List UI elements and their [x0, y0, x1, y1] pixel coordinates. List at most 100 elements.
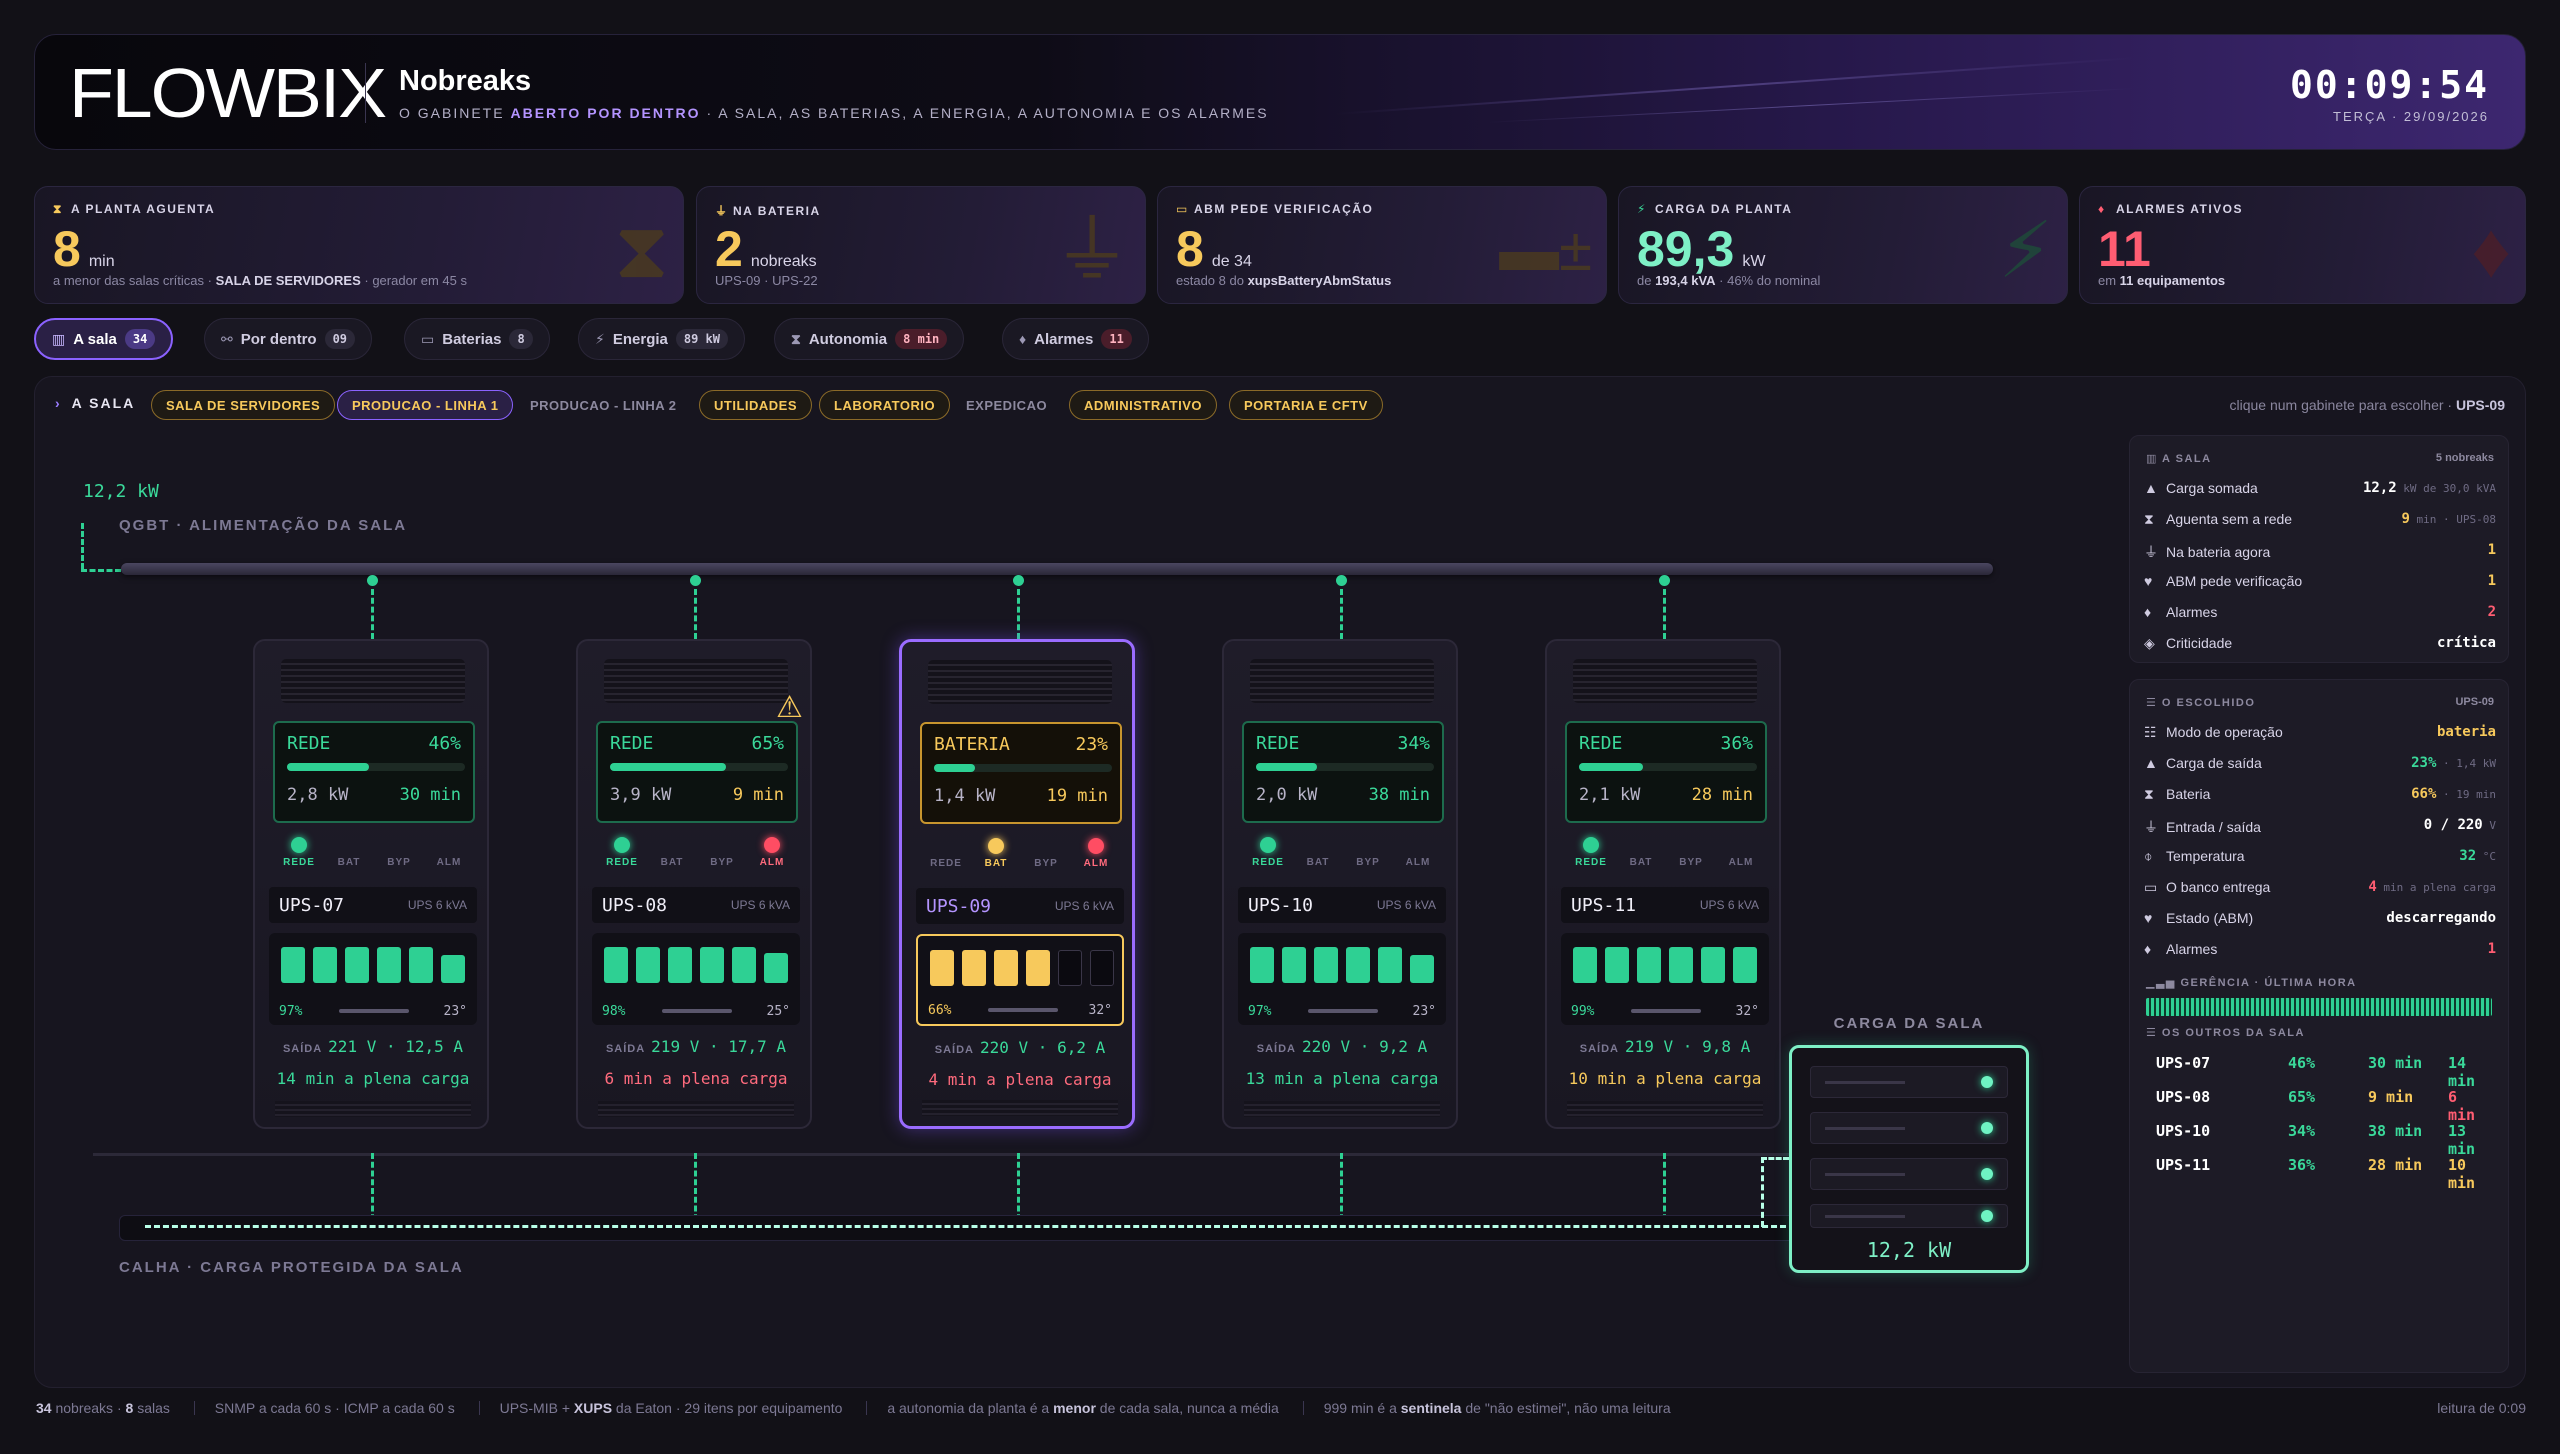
out-amps: 12,5 A	[405, 1037, 464, 1056]
tab-energia[interactable]: ⚡ Energia 89 kW	[578, 318, 745, 360]
load-title: CARGA DA SALA	[1833, 1015, 1985, 1032]
building-icon: ▥	[2146, 453, 2163, 465]
battery-slider	[1631, 1009, 1701, 1013]
ups-display: REDE 34% 2,0 kW 38 min	[1242, 721, 1444, 823]
tab-count: 8 min	[895, 329, 948, 349]
room-load[interactable]: 12,2 kW	[1789, 1045, 2029, 1273]
tab-count: 89 kW	[675, 329, 728, 349]
kpi-sub: em	[2098, 273, 2120, 288]
room-chip[interactable]: UTILIDADES	[699, 390, 812, 420]
room-chip-selected[interactable]: PRODUCAO - LINHA 1	[337, 390, 514, 420]
battery-cell	[313, 947, 337, 983]
brand-logo[interactable]: FLOWBIX	[69, 58, 387, 128]
kpi-alarmes[interactable]: ♦ ALARMES ATIVOS 11 em 11 equipamentos ♦	[2079, 186, 2526, 304]
bell-icon: ♦	[2144, 604, 2152, 620]
table-row[interactable]: UPS-10 34% 38 min 13 min	[2146, 1122, 2492, 1158]
ups-cabinet-09[interactable]: BATERIA 23% 1,4 kW 19 min REDE BAT BYP A…	[899, 639, 1135, 1129]
room-chip[interactable]: PRODUCAO - LINHA 2	[515, 390, 691, 420]
table-row[interactable]: UPS-07 46% 30 min 14 min	[2146, 1054, 2492, 1090]
tab-alarmes[interactable]: ♦ Alarmes 11	[1002, 318, 1149, 360]
ups-cabinet-10[interactable]: REDE 34% 2,0 kW 38 min REDE BAT BYP ALM …	[1222, 639, 1458, 1129]
cell-name: UPS-10	[2156, 1122, 2211, 1140]
battery-cell-empty	[1090, 950, 1114, 986]
row-unit: · 1,4 kW	[2436, 757, 2496, 770]
row-label: Criticidade	[2166, 635, 2233, 651]
kpi-abm[interactable]: ▭ ABM PEDE VERIFICAÇÃO 8 de 34 estado 8 do…	[1157, 186, 1607, 304]
ups-cabinet-07[interactable]: REDE 46% 2,8 kW 30 min REDE BAT BYP ALM …	[253, 639, 489, 1129]
row-value: 2	[2487, 604, 2496, 620]
row-value: bateria	[2436, 724, 2496, 740]
cabinet-vent	[281, 659, 465, 703]
row-unit: · 19 min	[2436, 788, 2496, 801]
cell-load: 46%	[2288, 1054, 2316, 1072]
tab-a-sala[interactable]: ▥ A sala 34	[34, 318, 174, 360]
battery-cell	[764, 953, 788, 983]
ups-mode: BATERIA	[934, 734, 1010, 755]
tab-count: 8	[509, 329, 533, 349]
table-row[interactable]: UPS-11 36% 28 min 10 min	[2146, 1156, 2492, 1192]
room-chip[interactable]: ADMINISTRATIVO	[1069, 390, 1217, 420]
row-value: descarregando	[2386, 910, 2496, 926]
ups-cabinet-08[interactable]: ⚠ REDE 65% 3,9 kW 9 min REDE BAT BYP ALM…	[576, 639, 812, 1129]
battery-temp: 23°	[1412, 1004, 1436, 1019]
status-text: UPS-MIB +	[499, 1400, 574, 1416]
hourglass-icon: ⧗	[614, 206, 669, 294]
selected-ups-detail: ☰ O ESCOLHIDO UPS-09 ☷ Modo de operação ba…	[2129, 679, 2509, 1373]
status-text: SNMP a cada 60 s · ICMP a cada 60 s	[214, 1400, 455, 1416]
ups-kw: 1,4 kW	[934, 786, 996, 806]
ups-output: SAÍDA 220 V · 6,2 A	[934, 1038, 1106, 1057]
cell-name: UPS-08	[2156, 1088, 2211, 1106]
load-bar-fill	[287, 763, 369, 771]
kpi-sub-bold: 11 equipamentos	[2119, 273, 2226, 288]
tab-baterias[interactable]: ▭ Baterias 8	[404, 318, 550, 360]
status-dot	[1981, 1210, 1993, 1222]
building-icon: ▥	[52, 330, 66, 347]
sala-count: 5 nobreaks	[2435, 452, 2494, 464]
subtitle-part: O GABINETE	[399, 105, 511, 121]
ups-namebar: UPS-08 UPS 6 kVA	[592, 887, 800, 923]
status-bold: XUPS	[573, 1400, 613, 1416]
tab-label: Por dentro	[240, 330, 317, 348]
plug-icon: ⏚	[2144, 819, 2158, 835]
led-alm: ALM	[1066, 838, 1126, 869]
tab-autonomia[interactable]: ⧗ Autonomia 8 min	[774, 318, 965, 360]
led-label: ALM	[759, 857, 785, 868]
room-chip[interactable]: PORTARIA E CFTV	[1229, 390, 1383, 420]
room-chip[interactable]: LABORATORIO	[819, 390, 951, 420]
room-chip[interactable]: EXPEDICAO	[951, 390, 1062, 420]
battery-cell	[1733, 947, 1757, 983]
kpi-carga[interactable]: ⚡ CARGA DA PLANTA 89,3 kW de 193,4 kVA · 4…	[1618, 186, 2068, 304]
kpi-unit: kW	[1742, 253, 1766, 270]
battery-cell	[1701, 947, 1725, 983]
row-value: crítica	[2436, 635, 2496, 651]
row-label: Carga de saída	[2166, 755, 2262, 771]
room-chip[interactable]: SALA DE SERVIDORES	[151, 390, 336, 420]
status-separator	[1302, 1401, 1304, 1415]
tab-por-dentro[interactable]: ⚯ Por dentro 09	[204, 318, 373, 360]
battery-cell	[1669, 947, 1693, 983]
full-load-runtime: 14 min a plena carga	[276, 1069, 470, 1088]
kpi-value: 8	[53, 221, 81, 277]
status-text: da Eaton · 29 itens por equipamento	[612, 1400, 843, 1416]
status-leds: REDE BAT BYP ALM	[1561, 837, 1771, 868]
kpi-na-bateria[interactable]: ⏚ NA BATERIA 2 nobreaks UPS-09 · UPS-22 ⏚	[696, 186, 1146, 304]
row-value: 32	[2459, 848, 2477, 864]
load-kw: 12,2 kW	[1866, 1238, 1952, 1262]
kpi-label: ABM PEDE VERIFICAÇÃO	[1194, 202, 1374, 216]
battery-bank: 98% 25°	[592, 933, 800, 1025]
status-leds: REDE BAT BYP ALM	[916, 838, 1126, 869]
table-row[interactable]: UPS-08 65% 9 min 6 min	[2146, 1088, 2492, 1124]
led-label: ALM	[1083, 858, 1109, 869]
load-slot	[1810, 1066, 2008, 1098]
ups-cabinet-11[interactable]: REDE 36% 2,1 kW 28 min REDE BAT BYP ALM …	[1545, 639, 1781, 1129]
battery-cell	[1637, 947, 1661, 983]
ups-kw: 3,9 kW	[610, 785, 672, 805]
battery-cell	[1378, 947, 1402, 983]
load-bar	[287, 763, 465, 771]
battery-cell	[962, 950, 986, 986]
battery-pct: 99%	[1571, 1004, 1595, 1019]
kpi-autonomia[interactable]: ⧗ A PLANTA AGUENTA 8 min a menor das salas…	[34, 186, 684, 304]
battery-cell	[1250, 947, 1274, 983]
tab-count: 11	[1101, 329, 1132, 349]
battery-icon: ▭	[421, 330, 435, 347]
